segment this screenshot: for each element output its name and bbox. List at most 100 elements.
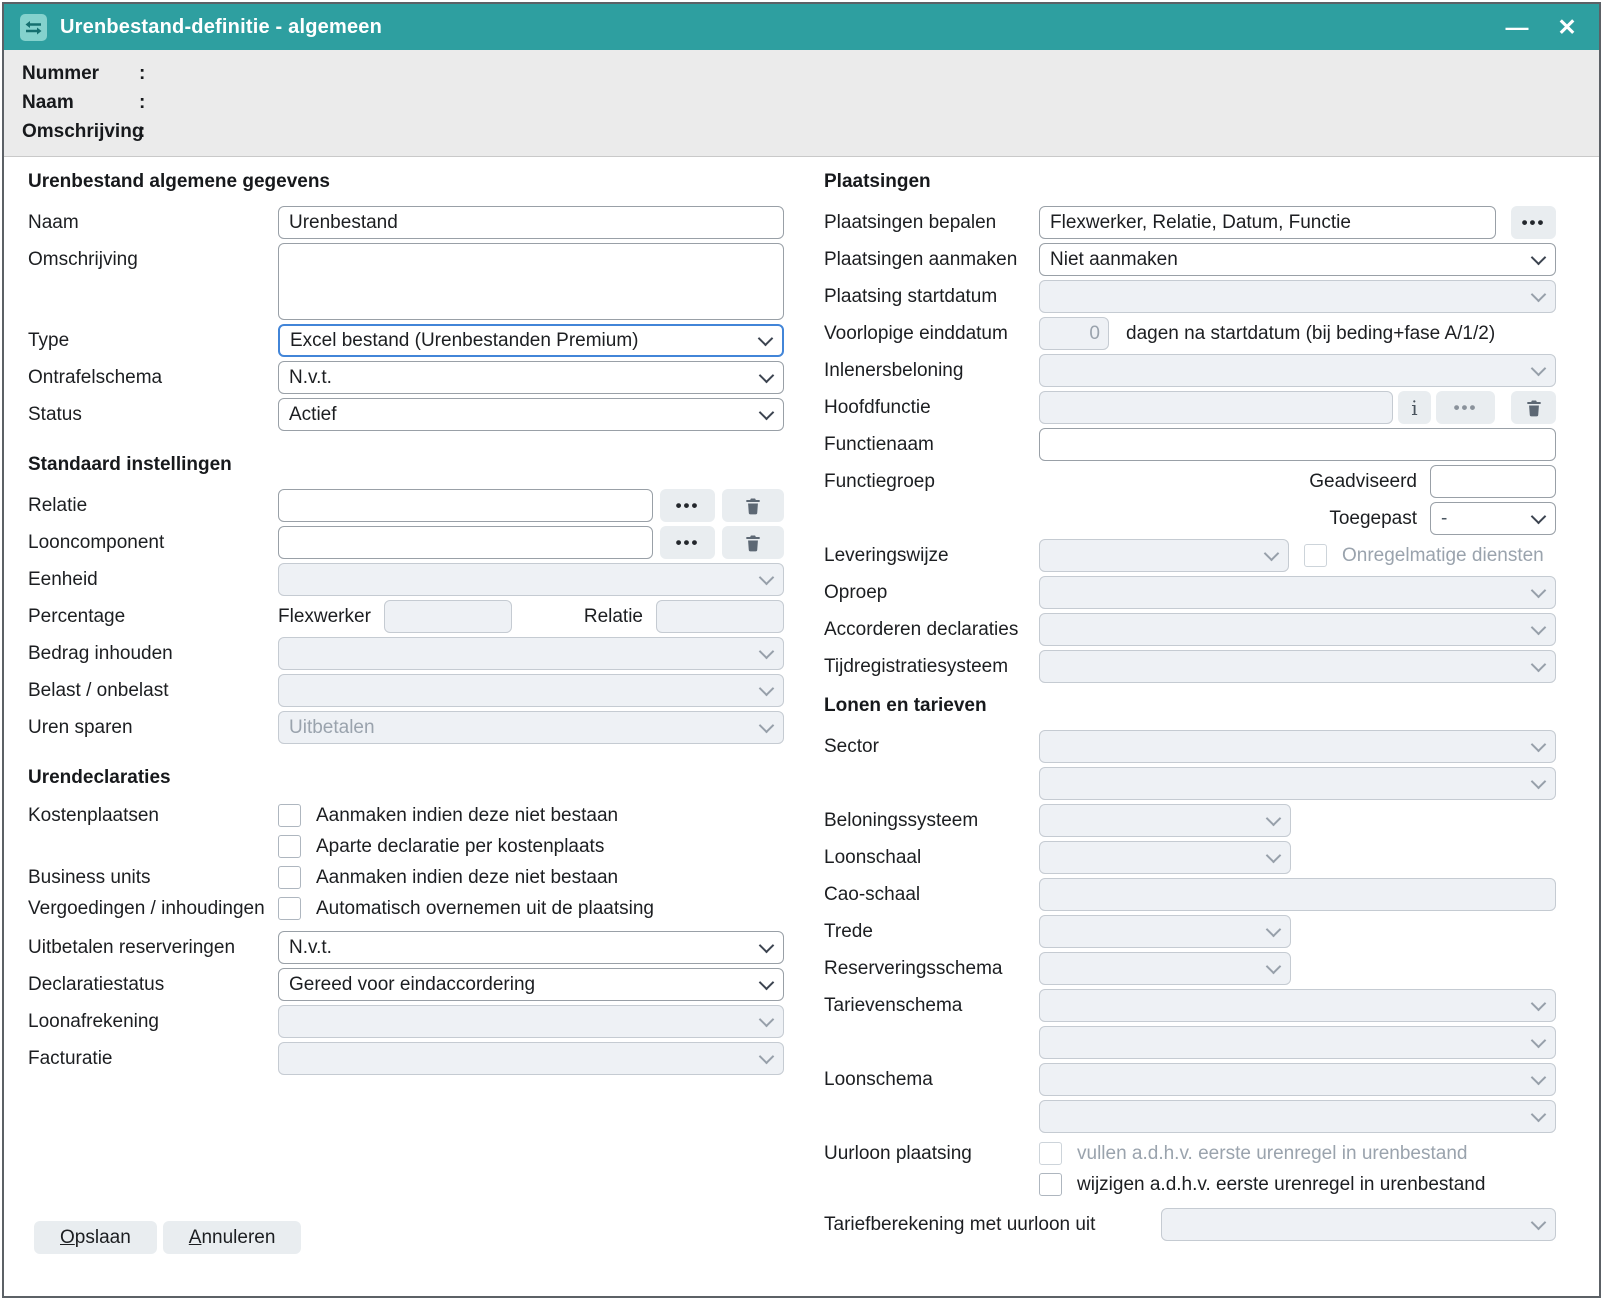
- chevron-down-icon: [759, 1054, 773, 1064]
- close-button[interactable]: ✕: [1553, 13, 1581, 41]
- save-button[interactable]: Opslaan: [34, 1221, 157, 1254]
- ontrafelschema-label: Ontrafelschema: [28, 367, 278, 389]
- looncomponent-clear-button[interactable]: [722, 526, 784, 559]
- reserveringsschema-label: Reserveringsschema: [824, 958, 1039, 980]
- plaatsing-startdatum-select[interactable]: [1039, 280, 1556, 313]
- tijdregistratiesysteem-select[interactable]: [1039, 650, 1556, 683]
- facturatie-select[interactable]: [278, 1042, 784, 1075]
- colon: :: [139, 63, 145, 85]
- voorlopige-einddatum-suffix: dagen na startdatum (bij beding+fase A/1…: [1126, 323, 1495, 345]
- section-title-algemene-gegevens: Urenbestand algemene gegevens: [28, 171, 784, 195]
- type-select[interactable]: Excel bestand (Urenbestanden Premium): [278, 324, 784, 357]
- relatie-input[interactable]: [278, 489, 653, 522]
- oproep-label: Oproep: [824, 582, 1039, 604]
- plaatsingen-aanmaken-select[interactable]: Niet aanmaken: [1039, 243, 1556, 276]
- section-title-plaatsingen: Plaatsingen: [824, 171, 1556, 195]
- vergoedingen-overnemen-checkbox-label: Automatisch overnemen uit de plaatsing: [316, 898, 654, 920]
- onregelmatige-diensten-checkbox-label: Onregelmatige diensten: [1342, 545, 1544, 567]
- aparte-declaratie-checkbox[interactable]: [278, 835, 301, 858]
- bedrag-inhouden-select[interactable]: [278, 637, 784, 670]
- accorderen-declaraties-select[interactable]: [1039, 613, 1556, 646]
- trede-select[interactable]: [1039, 915, 1291, 948]
- percentage-flexwerker-input[interactable]: [384, 600, 512, 633]
- functiegroep-geadviseerd-input[interactable]: [1430, 465, 1556, 498]
- tariefberekening-select[interactable]: [1161, 1208, 1556, 1241]
- kostenplaatsen-aanmaken-checkbox-label: Aanmaken indien deze niet bestaan: [316, 805, 618, 827]
- leveringswijze-select[interactable]: [1039, 539, 1289, 572]
- sector-select[interactable]: [1039, 730, 1556, 763]
- section-title-standaard-instellingen: Standaard instellingen: [28, 454, 784, 478]
- functienaam-input[interactable]: [1039, 428, 1556, 461]
- chevron-down-icon: [1531, 1075, 1545, 1085]
- naam-input[interactable]: Urenbestand: [278, 206, 784, 239]
- looncomponent-input[interactable]: [278, 526, 653, 559]
- inlenersbeloning-select[interactable]: [1039, 354, 1556, 387]
- business-units-aanmaken-checkbox[interactable]: [278, 866, 301, 889]
- chevron-down-icon: [759, 410, 773, 420]
- trede-label: Trede: [824, 921, 1039, 943]
- hoofdfunctie-browse-button[interactable]: •••: [1436, 391, 1495, 424]
- cao-schaal-input[interactable]: [1039, 878, 1556, 911]
- ontrafelschema-select[interactable]: N.v.t.: [278, 361, 784, 394]
- chevron-down-icon: [759, 943, 773, 953]
- chevron-down-icon: [1531, 1001, 1545, 1011]
- tarievenschema-label: Tarievenschema: [824, 995, 1039, 1017]
- reserveringsschema-select[interactable]: [1039, 952, 1291, 985]
- functiegroep-toegepast-select[interactable]: -: [1430, 502, 1556, 535]
- relatie-clear-button[interactable]: [722, 489, 784, 522]
- uitbetalen-reserveringen-select[interactable]: N.v.t.: [278, 931, 784, 964]
- record-header: Nummer : Naam : Omschrijving :: [4, 50, 1599, 157]
- header-row-omschrijving: Omschrijving :: [22, 117, 1581, 146]
- hoofdfunctie-info-button[interactable]: i: [1398, 391, 1431, 424]
- uurloon-wijzigen-checkbox-label: wijzigen a.d.h.v. eerste urenregel in ur…: [1077, 1174, 1485, 1196]
- loonschema-select-2[interactable]: [1039, 1100, 1556, 1133]
- percentage-relatie-input[interactable]: [656, 600, 784, 633]
- hoofdfunctie-clear-button[interactable]: [1511, 391, 1556, 424]
- functienaam-label: Functienaam: [824, 434, 1039, 456]
- declaratiestatus-select[interactable]: Gereed voor eindaccordering: [278, 968, 784, 1001]
- plaatsingen-bepalen-browse-button[interactable]: •••: [1511, 206, 1556, 239]
- vergoedingen-overnemen-checkbox[interactable]: [278, 897, 301, 920]
- tarievenschema-select-2[interactable]: [1039, 1026, 1556, 1059]
- chevron-down-icon: [1264, 551, 1278, 561]
- belast-onbelast-select[interactable]: [278, 674, 784, 707]
- chevron-down-icon: [1531, 292, 1545, 302]
- loonafrekening-label: Loonafrekening: [28, 1011, 278, 1033]
- inlenersbeloning-label: Inlenersbeloning: [824, 360, 1039, 382]
- onregelmatige-diensten-checkbox[interactable]: [1304, 544, 1327, 567]
- eenheid-select[interactable]: [278, 563, 784, 596]
- oproep-select[interactable]: [1039, 576, 1556, 609]
- chevron-down-icon: [1266, 927, 1280, 937]
- loonschema-select[interactable]: [1039, 1063, 1556, 1096]
- footer-actions: Opslaan Annuleren: [34, 1221, 301, 1254]
- geadviseerd-label: Geadviseerd: [1309, 471, 1417, 493]
- sector-select-2[interactable]: [1039, 767, 1556, 800]
- hoofdfunctie-label: Hoofdfunctie: [824, 397, 1039, 419]
- cancel-button[interactable]: Annuleren: [163, 1221, 302, 1254]
- voorlopige-einddatum-input[interactable]: 0: [1039, 317, 1109, 350]
- nummer-label: Nummer: [22, 63, 139, 85]
- tarievenschema-select[interactable]: [1039, 989, 1556, 1022]
- loonschaal-select[interactable]: [1039, 841, 1291, 874]
- uurloon-wijzigen-checkbox[interactable]: [1039, 1173, 1062, 1196]
- plaatsingen-bepalen-input[interactable]: Flexwerker, Relatie, Datum, Functie: [1039, 206, 1496, 239]
- loonafrekening-select[interactable]: [278, 1005, 784, 1038]
- chevron-down-icon: [1531, 662, 1545, 672]
- chevron-down-icon: [759, 1017, 773, 1027]
- uurloon-vullen-checkbox-label: vullen a.d.h.v. eerste urenregel in uren…: [1077, 1143, 1467, 1165]
- chevron-down-icon: [759, 723, 773, 733]
- relatie-browse-button[interactable]: •••: [660, 489, 715, 522]
- beloningssysteem-select[interactable]: [1039, 804, 1291, 837]
- chevron-down-icon: [1531, 366, 1545, 376]
- chevron-down-icon: [1531, 1112, 1545, 1122]
- status-select[interactable]: Actief: [278, 398, 784, 431]
- looncomponent-browse-button[interactable]: •••: [660, 526, 715, 559]
- minimize-button[interactable]: —: [1503, 13, 1531, 41]
- uurloon-vullen-checkbox[interactable]: [1039, 1142, 1062, 1165]
- kostenplaatsen-aanmaken-checkbox[interactable]: [278, 804, 301, 827]
- hoofdfunctie-input[interactable]: [1039, 391, 1393, 424]
- uren-sparen-select[interactable]: Uitbetalen: [278, 711, 784, 744]
- uurloon-plaatsing-label: Uurloon plaatsing: [824, 1143, 1039, 1165]
- omschrijving-textarea[interactable]: [278, 243, 784, 320]
- accorderen-declaraties-label: Accorderen declaraties: [824, 619, 1039, 641]
